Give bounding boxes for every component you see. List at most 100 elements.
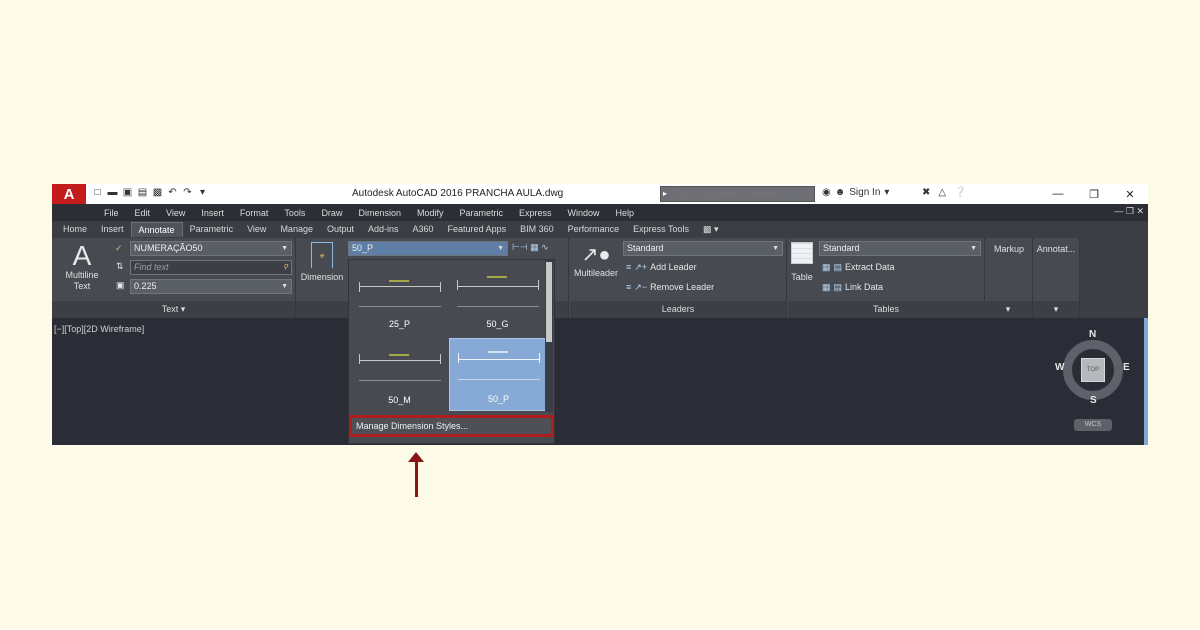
compass-south[interactable]: S <box>1090 395 1097 406</box>
dimension-button[interactable]: ⌖ Dimension <box>296 242 348 283</box>
tables-panel-footer[interactable]: Tables <box>788 301 984 318</box>
sign-in-button[interactable]: ◉ ☻ Sign In ▾ <box>822 187 889 198</box>
menu-modify[interactable]: Modify <box>409 208 452 218</box>
application-menu-button[interactable]: A <box>52 184 86 204</box>
autocad-logo-icon: A <box>63 185 75 203</box>
text-height-combo[interactable]: 0.225 ▼ <box>130 279 292 294</box>
menu-help[interactable]: Help <box>608 208 643 218</box>
viewcube[interactable]: TOP N S E W <box>1055 329 1131 408</box>
dim-style-25-p[interactable]: 25_P <box>351 262 448 335</box>
restore-icon[interactable]: ❐ <box>1076 184 1112 204</box>
annotation-panel-footer[interactable]: ▾ <box>1033 301 1079 318</box>
new-file-icon[interactable]: □ <box>92 187 103 198</box>
dim-style-50-p[interactable]: 50_P <box>449 338 546 411</box>
tab-insert[interactable]: Insert <box>94 222 131 237</box>
undo-icon[interactable]: ↶ <box>167 187 178 198</box>
tab-parametric[interactable]: Parametric <box>183 222 241 237</box>
leaders-panel-footer[interactable]: Leaders <box>570 301 786 318</box>
redo-icon[interactable]: ↷ <box>182 187 193 198</box>
binoculars-icon: ◉ <box>822 187 831 198</box>
dim-preview-text <box>389 280 409 282</box>
dim-style-50-m[interactable]: 50_M <box>351 338 448 411</box>
tab-bim360[interactable]: BIM 360 <box>513 222 561 237</box>
tab-annotate[interactable]: Annotate <box>130 222 183 237</box>
tab-performance[interactable]: Performance <box>561 222 627 237</box>
remove-leader-icon: ↗− <box>634 282 648 292</box>
dim-style-label: 25_P <box>388 319 411 329</box>
table-tools-icon: ▦ <box>822 262 831 272</box>
menu-express[interactable]: Express <box>511 208 560 218</box>
title-bar: A □ ▬ ▣ ▤ ▩ ↶ ↷ ▾ Autodesk AutoCAD 2016 … <box>52 184 1148 204</box>
panel-divider <box>786 238 787 318</box>
compass-north[interactable]: N <box>1089 329 1096 340</box>
multileader-button[interactable]: ↗● Multileader <box>570 242 622 279</box>
viewcube-top-face[interactable]: TOP <box>1081 358 1105 382</box>
tab-featured-apps[interactable]: Featured Apps <box>441 222 514 237</box>
close-icon[interactable]: ✕ <box>1112 184 1148 204</box>
dim-preview-tick <box>440 282 441 292</box>
dim-style-label: 50_G <box>486 319 509 329</box>
save-icon[interactable]: ▣ <box>122 187 133 198</box>
extract-data-button[interactable]: ▦ ▤ Extract Data <box>822 262 895 273</box>
tab-home[interactable]: Home <box>56 222 94 237</box>
dim-tools-icons[interactable]: ⊢⊣ ▦ ∿ <box>512 242 549 253</box>
add-leader-button[interactable]: ≡ ↗+ Add Leader <box>626 262 697 273</box>
markup-panel-footer[interactable]: ▾ <box>984 301 1032 318</box>
print-icon[interactable]: ▩ <box>152 187 163 198</box>
markup-button[interactable]: Markup <box>986 244 1032 255</box>
menu-file[interactable]: File <box>96 208 127 218</box>
tab-add-ins[interactable]: Add-ins <box>361 222 406 237</box>
tab-a360[interactable]: A360 <box>406 222 441 237</box>
spell-check-icon[interactable]: ✓ <box>115 243 123 254</box>
menu-window[interactable]: Window <box>560 208 608 218</box>
dim-preview-text <box>488 351 508 353</box>
link-data-button[interactable]: ▦ ▤ Link Data <box>822 282 883 293</box>
table-button[interactable]: Table <box>788 242 816 283</box>
table-style-combo[interactable]: Standard ▼ <box>819 241 981 256</box>
menu-draw[interactable]: Draw <box>313 208 350 218</box>
open-file-icon[interactable]: ▬ <box>107 187 118 198</box>
multiline-text-label: Multiline Text <box>65 270 99 291</box>
remove-leader-button[interactable]: ≡ ↗− Remove Leader <box>626 282 714 293</box>
text-panel-footer[interactable]: Text ▾ <box>52 301 295 318</box>
compass-west[interactable]: W <box>1055 362 1064 373</box>
minimize-icon[interactable]: — <box>1040 184 1076 204</box>
tab-express-tools[interactable]: Express Tools <box>626 222 696 237</box>
annotation-scaling-button[interactable]: Annotat... <box>1033 244 1079 255</box>
drawing-viewport[interactable]: [−][Top][2D Wireframe] TOP N S E W WCS <box>52 318 1148 445</box>
search-input[interactable] <box>661 187 814 201</box>
viewport-border <box>1144 318 1148 445</box>
menu-dimension[interactable]: Dimension <box>350 208 409 218</box>
dim-preview-line <box>359 286 441 287</box>
multileader-style-combo[interactable]: Standard ▼ <box>623 241 783 256</box>
manage-dimension-styles-button[interactable]: Manage Dimension Styles... <box>349 415 554 437</box>
wcs-menu[interactable]: WCS <box>1074 419 1112 431</box>
text-style-combo[interactable]: NUMERAÇÃO50 ▼ <box>130 241 292 256</box>
tab-view[interactable]: View <box>240 222 273 237</box>
a360-icon[interactable]: △ <box>938 187 946 198</box>
document-window-controls[interactable]: — ❐ ✕ <box>1114 206 1144 217</box>
gallery-scrollbar[interactable] <box>545 260 553 412</box>
menu-tools[interactable]: Tools <box>276 208 313 218</box>
help-search[interactable]: ▸ <box>660 186 815 202</box>
multiline-text-button[interactable]: A Multiline Text <box>60 242 104 292</box>
menu-parametric[interactable]: Parametric <box>452 208 512 218</box>
compass-east[interactable]: E <box>1123 362 1130 373</box>
exchange-apps-icon[interactable]: ✖ <box>922 187 930 198</box>
menu-format[interactable]: Format <box>232 208 277 218</box>
scrollbar-thumb[interactable] <box>546 262 552 342</box>
menu-insert[interactable]: Insert <box>193 208 232 218</box>
save-as-icon[interactable]: ▤ <box>137 187 148 198</box>
tab-output[interactable]: Output <box>320 222 361 237</box>
menu-view[interactable]: View <box>158 208 193 218</box>
find-text-field[interactable]: Find text ⚲ <box>130 260 292 275</box>
tab-manage[interactable]: Manage <box>273 222 320 237</box>
viewport-controls[interactable]: [−][Top][2D Wireframe] <box>54 324 144 334</box>
menu-edit[interactable]: Edit <box>127 208 159 218</box>
dim-style-50-g[interactable]: 50_G <box>449 262 546 335</box>
dimension-style-combo[interactable]: 50_P ▼ <box>348 241 508 256</box>
help-icon[interactable]: ❔ <box>954 187 966 198</box>
dim-style-label: 50_M <box>388 395 411 405</box>
customize-qat-icon[interactable]: ▾ <box>197 187 208 198</box>
ribbon-toggle-icon[interactable]: ▩ ▾ <box>696 222 726 237</box>
